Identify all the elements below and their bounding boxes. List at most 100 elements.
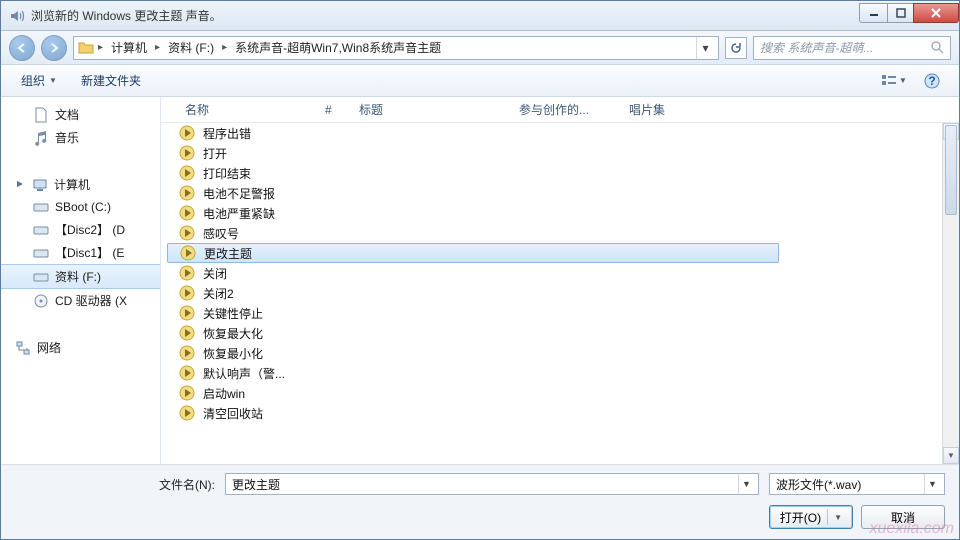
help-icon: ? — [924, 73, 940, 89]
chevron-down-icon[interactable]: ▼ — [924, 474, 940, 494]
col-artist[interactable]: 参与创作的... — [513, 101, 623, 118]
file-row[interactable]: 默认响声（警... — [167, 363, 959, 383]
col-name[interactable]: 名称 — [179, 101, 319, 118]
address-bar[interactable]: ▸ 计算机 ▸ 资料 (F:) ▸ 系统声音-超萌Win7,Win8系统声音主题… — [73, 36, 719, 60]
column-headers: 名称 # 标题 参与创作的... 唱片集 — [161, 97, 959, 123]
nav-drive-d[interactable]: 【Disc2】 (D — [1, 218, 160, 241]
file-name: 启动win — [203, 385, 245, 402]
file-row[interactable]: 清空回收站 — [167, 403, 959, 423]
search-input[interactable]: 搜索 系统声音-超萌... — [753, 36, 951, 60]
file-row[interactable]: 更改主题 — [167, 243, 779, 263]
maximize-button[interactable] — [887, 3, 913, 23]
col-number[interactable]: # — [319, 103, 353, 117]
scroll-down-button[interactable]: ▼ — [943, 447, 959, 464]
nav-music[interactable]: 音乐 — [1, 126, 160, 149]
file-name: 恢复最小化 — [203, 345, 263, 362]
audio-icon — [179, 385, 195, 401]
audio-icon — [179, 285, 195, 301]
file-name: 关闭2 — [203, 285, 234, 302]
view-mode-button[interactable]: ▼ — [877, 69, 911, 93]
nav-pane: 文档 音乐 计算机 SBoot (C:) 【Disc2】 (D 【Disc1】 … — [1, 97, 161, 464]
expand-icon — [15, 179, 26, 190]
file-name: 恢复最大化 — [203, 325, 263, 342]
svg-text:?: ? — [928, 74, 935, 88]
address-dropdown[interactable]: ▾ — [696, 37, 714, 59]
search-icon — [931, 41, 944, 54]
drive-icon — [33, 222, 49, 238]
nav-drive-c[interactable]: SBoot (C:) — [1, 196, 160, 218]
file-row[interactable]: 打开 — [167, 143, 959, 163]
breadcrumb[interactable]: 资料 (F:) — [164, 37, 218, 59]
toolbar: 组织 ▼ 新建文件夹 ▼ ? — [1, 65, 959, 97]
nav-drive-e[interactable]: 【Disc1】 (E — [1, 241, 160, 264]
file-row[interactable]: 启动win — [167, 383, 959, 403]
audio-icon — [179, 125, 195, 141]
col-album[interactable]: 唱片集 — [623, 101, 703, 118]
file-type-filter[interactable]: 波形文件(*.wav) ▼ — [769, 473, 945, 495]
nav-forward-button[interactable] — [41, 35, 67, 61]
breadcrumb[interactable]: 系统声音-超萌Win7,Win8系统声音主题 — [231, 37, 445, 59]
file-row[interactable]: 关闭 — [167, 263, 959, 283]
dialog-body: 文档 音乐 计算机 SBoot (C:) 【Disc2】 (D 【Disc1】 … — [1, 97, 959, 464]
folder-icon — [78, 40, 94, 56]
chevron-right-icon: ▸ — [153, 42, 162, 53]
file-name: 电池严重紧缺 — [203, 205, 275, 222]
organize-label: 组织 — [21, 72, 45, 89]
minimize-button[interactable] — [859, 3, 887, 23]
computer-icon — [32, 177, 48, 193]
file-row[interactable]: 电池不足警报 — [167, 183, 959, 203]
close-button[interactable] — [913, 3, 959, 23]
filename-field[interactable]: 更改主题 ▼ — [225, 473, 759, 495]
nav-network[interactable]: 网络 — [1, 336, 160, 359]
chevron-down-icon: ▼ — [49, 76, 57, 85]
file-row[interactable]: 电池严重紧缺 — [167, 203, 959, 223]
search-placeholder: 搜索 系统声音-超萌... — [760, 39, 873, 56]
refresh-button[interactable] — [725, 37, 747, 59]
file-name: 更改主题 — [204, 245, 252, 262]
open-button[interactable]: 打开(O)▼ — [769, 505, 853, 529]
sound-icon — [9, 8, 25, 24]
nav-documents[interactable]: 文档 — [1, 103, 160, 126]
col-title[interactable]: 标题 — [353, 101, 513, 118]
file-row[interactable]: 程序出错 — [167, 123, 959, 143]
nav-computer[interactable]: 计算机 — [1, 173, 160, 196]
new-folder-label: 新建文件夹 — [81, 72, 141, 89]
organize-button[interactable]: 组织 ▼ — [11, 69, 67, 92]
cd-icon — [33, 293, 49, 309]
file-name: 打印结束 — [203, 165, 251, 182]
file-list-pane: 名称 # 标题 参与创作的... 唱片集 程序出错打开打印结束电池不足警报电池严… — [161, 97, 959, 464]
audio-icon — [179, 265, 195, 281]
file-row[interactable]: 恢复最小化 — [167, 343, 959, 363]
file-list[interactable]: 程序出错打开打印结束电池不足警报电池严重紧缺感叹号更改主题关闭关闭2 关键性停止恢… — [161, 123, 959, 464]
breadcrumb[interactable]: 计算机 — [107, 37, 151, 59]
nav-back-button[interactable] — [9, 35, 35, 61]
audio-icon — [179, 345, 195, 361]
drive-icon — [33, 245, 49, 261]
file-row[interactable]: 感叹号 — [167, 223, 959, 243]
help-button[interactable]: ? — [915, 69, 949, 93]
scrollbar[interactable]: ▲ ▼ — [942, 123, 959, 464]
audio-icon — [180, 245, 196, 261]
file-name: 清空回收站 — [203, 405, 263, 422]
open-file-dialog: 浏览新的 Windows 更改主题 声音。 ▸ 计算机 ▸ 资料 (F:) ▸ … — [0, 0, 960, 540]
file-name: 默认响声（警... — [203, 365, 285, 382]
file-row[interactable]: 关键性停止 — [167, 303, 959, 323]
file-name: 关键性停止 — [203, 305, 263, 322]
scroll-thumb[interactable] — [945, 125, 957, 215]
file-name: 程序出错 — [203, 125, 251, 142]
chevron-down-icon[interactable]: ▼ — [738, 474, 754, 494]
cancel-button[interactable]: 取消 — [861, 505, 945, 529]
nav-cd-drive[interactable]: CD 驱动器 (X — [1, 289, 160, 312]
chevron-right-icon: ▸ — [220, 42, 229, 53]
music-icon — [33, 130, 49, 146]
new-folder-button[interactable]: 新建文件夹 — [71, 69, 151, 92]
file-row[interactable]: 恢复最大化 — [167, 323, 959, 343]
file-name: 感叹号 — [203, 225, 239, 242]
nav-drive-f[interactable]: 资料 (F:) — [1, 264, 160, 289]
address-row: ▸ 计算机 ▸ 资料 (F:) ▸ 系统声音-超萌Win7,Win8系统声音主题… — [1, 31, 959, 65]
file-name: 关闭 — [203, 265, 227, 282]
audio-icon — [179, 405, 195, 421]
file-row[interactable]: 关闭2 — [167, 283, 959, 303]
file-row[interactable]: 打印结束 — [167, 163, 959, 183]
filter-value: 波形文件(*.wav) — [776, 476, 924, 493]
